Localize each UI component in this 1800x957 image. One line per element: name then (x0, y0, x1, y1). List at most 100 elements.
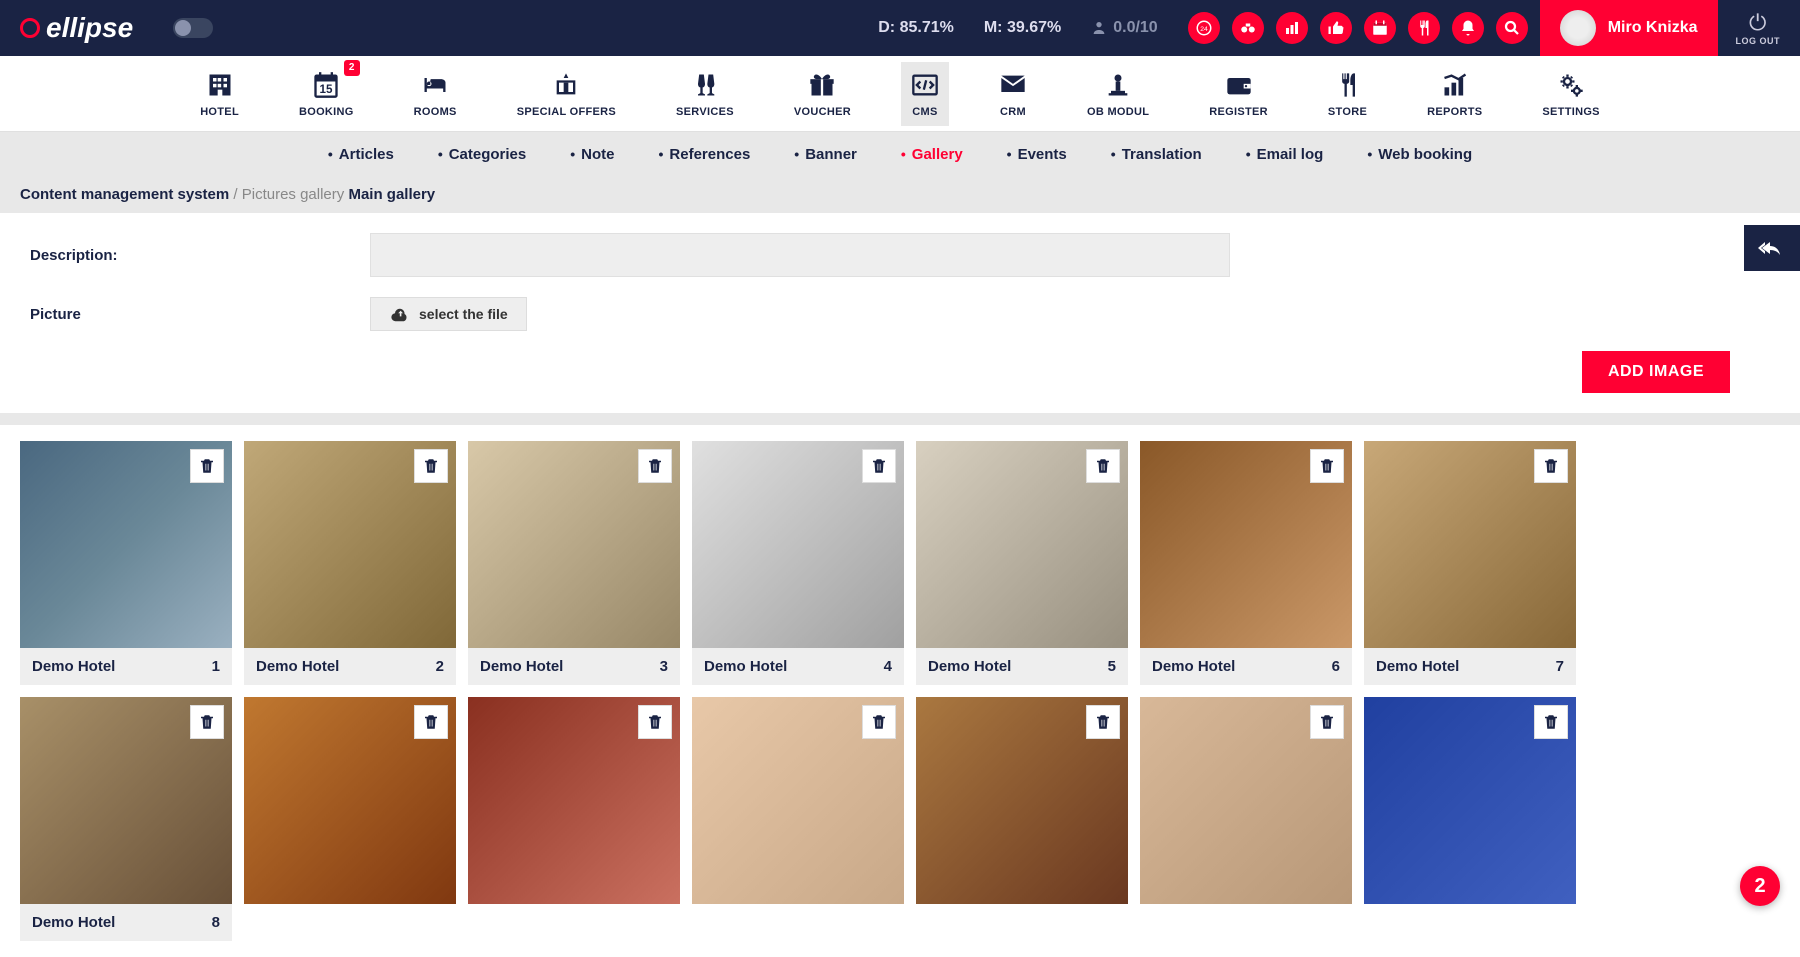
delete-button[interactable] (1310, 705, 1344, 739)
trash-icon (1318, 457, 1336, 475)
nav-special-offers[interactable]: SPECIAL OFFERS (507, 62, 626, 126)
delete-button[interactable] (638, 705, 672, 739)
gallery-item[interactable] (468, 697, 680, 941)
subnav-web-booking[interactable]: Web booking (1367, 146, 1472, 163)
subnav-note[interactable]: Note (570, 146, 614, 163)
gallery-item[interactable] (692, 697, 904, 941)
delete-button[interactable] (1086, 449, 1120, 483)
nav-ob-modul[interactable]: OB MODUL (1077, 62, 1159, 126)
subnav-references[interactable]: References (659, 146, 751, 163)
header-icon-chart[interactable] (1276, 12, 1308, 44)
delete-button[interactable] (414, 705, 448, 739)
trash-icon (870, 457, 888, 475)
subnav-email-log[interactable]: Email log (1246, 146, 1324, 163)
gallery-item[interactable]: Demo Hotel 8 (20, 697, 232, 941)
gallery-item[interactable]: Demo Hotel4 (692, 441, 904, 685)
gallery-item[interactable]: Demo Hotel7 (1364, 441, 1576, 685)
avatar (1560, 10, 1596, 46)
delete-button[interactable] (1310, 449, 1344, 483)
nav-crm[interactable]: CRM (989, 62, 1037, 126)
header-icon-binoculars[interactable] (1232, 12, 1264, 44)
subnav-articles[interactable]: Articles (328, 146, 394, 163)
subnav-events[interactable]: Events (1007, 146, 1067, 163)
gallery-thumbnail (468, 697, 680, 904)
gallery-item[interactable] (244, 697, 456, 941)
gallery-thumbnail (1364, 441, 1576, 648)
gallery-item[interactable] (1140, 697, 1352, 941)
gallery-name: Demo Hotel (32, 914, 115, 931)
add-image-button[interactable]: ADD IMAGE (1582, 351, 1730, 393)
delete-button[interactable] (414, 449, 448, 483)
gallery-item[interactable]: Demo Hotel1 (20, 441, 232, 685)
delete-button[interactable] (190, 449, 224, 483)
gallery-item[interactable]: Demo Hotel6 (1140, 441, 1352, 685)
nav-label: CMS (912, 106, 937, 118)
nav-cms[interactable]: CMS (901, 62, 949, 126)
floating-badge[interactable]: 2 (1740, 866, 1780, 906)
gallery-item[interactable]: Demo Hotel3 (468, 441, 680, 685)
header-icon-24[interactable]: 24 (1188, 12, 1220, 44)
back-button[interactable] (1744, 225, 1800, 271)
delete-button[interactable] (190, 705, 224, 739)
nav-settings[interactable]: SETTINGS (1532, 62, 1609, 126)
wallet-icon (1225, 70, 1253, 100)
gallery-number: 8 (212, 914, 220, 931)
gallery-item[interactable] (1364, 697, 1576, 941)
logout-button[interactable]: ⏻ LOG OUT (1736, 10, 1781, 46)
header-icon-row: 24 (1188, 12, 1528, 44)
header-icon-thumbsup[interactable] (1320, 12, 1352, 44)
nav-register[interactable]: REGISTER (1199, 62, 1278, 126)
delete-button[interactable] (862, 705, 896, 739)
delete-button[interactable] (638, 449, 672, 483)
gallery-name: Demo Hotel (256, 658, 339, 675)
subnav-categories[interactable]: Categories (438, 146, 526, 163)
nav-label: VOUCHER (794, 106, 851, 118)
nav-reports[interactable]: REPORTS (1417, 62, 1492, 126)
gallery-thumbnail (468, 441, 680, 648)
header-icon-calendar[interactable] (1364, 12, 1396, 44)
chart-icon (1441, 70, 1469, 100)
content-panel: Description: Picture select the file ADD… (0, 213, 1800, 413)
header-icon-bell[interactable] (1452, 12, 1484, 44)
hotel-icon (206, 70, 234, 100)
delete-button[interactable] (1086, 705, 1120, 739)
nav-label: REGISTER (1209, 106, 1268, 118)
breadcrumb-root: Content management system (20, 186, 229, 203)
gallery-item[interactable] (916, 697, 1128, 941)
gallery-item[interactable]: Demo Hotel5 (916, 441, 1128, 685)
gallery-item[interactable]: Demo Hotel 2 (244, 441, 456, 685)
theme-toggle[interactable] (173, 18, 213, 38)
gallery-name: Demo Hotel (32, 658, 115, 675)
description-input[interactable] (370, 233, 1230, 277)
trash-icon (422, 713, 440, 731)
brand-logo[interactable]: ellipse (20, 12, 133, 44)
delete-button[interactable] (862, 449, 896, 483)
subnav-gallery[interactable]: Gallery (901, 146, 963, 163)
nav-hotel[interactable]: HOTEL (190, 62, 249, 126)
calendar-icon: 15 (312, 70, 340, 100)
delete-button[interactable] (1534, 449, 1568, 483)
subnav-banner[interactable]: Banner (794, 146, 857, 163)
header-icon-cutlery[interactable] (1408, 12, 1440, 44)
breadcrumb-current: Main gallery (348, 186, 435, 203)
nav-services[interactable]: SERVICES (666, 62, 744, 126)
delete-button[interactable] (1534, 705, 1568, 739)
nav-label: SETTINGS (1542, 106, 1599, 118)
nav-booking[interactable]: 15BOOKING2 (289, 62, 364, 126)
nav-store[interactable]: STORE (1318, 62, 1377, 126)
gallery-number: 2 (436, 658, 444, 675)
gallery-name: Demo Hotel (1376, 658, 1459, 675)
gallery-thumbnail (1364, 697, 1576, 904)
stat-rating: 0.0/10 (1091, 19, 1157, 37)
subnav-translation[interactable]: Translation (1111, 146, 1202, 163)
select-file-button[interactable]: select the file (370, 297, 527, 331)
trash-icon (646, 713, 664, 731)
nav-voucher[interactable]: VOUCHER (784, 62, 861, 126)
trash-icon (422, 457, 440, 475)
nav-rooms[interactable]: ROOMS (404, 62, 467, 126)
header-icon-search[interactable] (1496, 12, 1528, 44)
user-profile[interactable]: Miro Knizka (1540, 0, 1718, 56)
cutlery-icon (1334, 70, 1362, 100)
gallery-thumbnail (916, 441, 1128, 648)
gallery-divider (0, 413, 1800, 425)
